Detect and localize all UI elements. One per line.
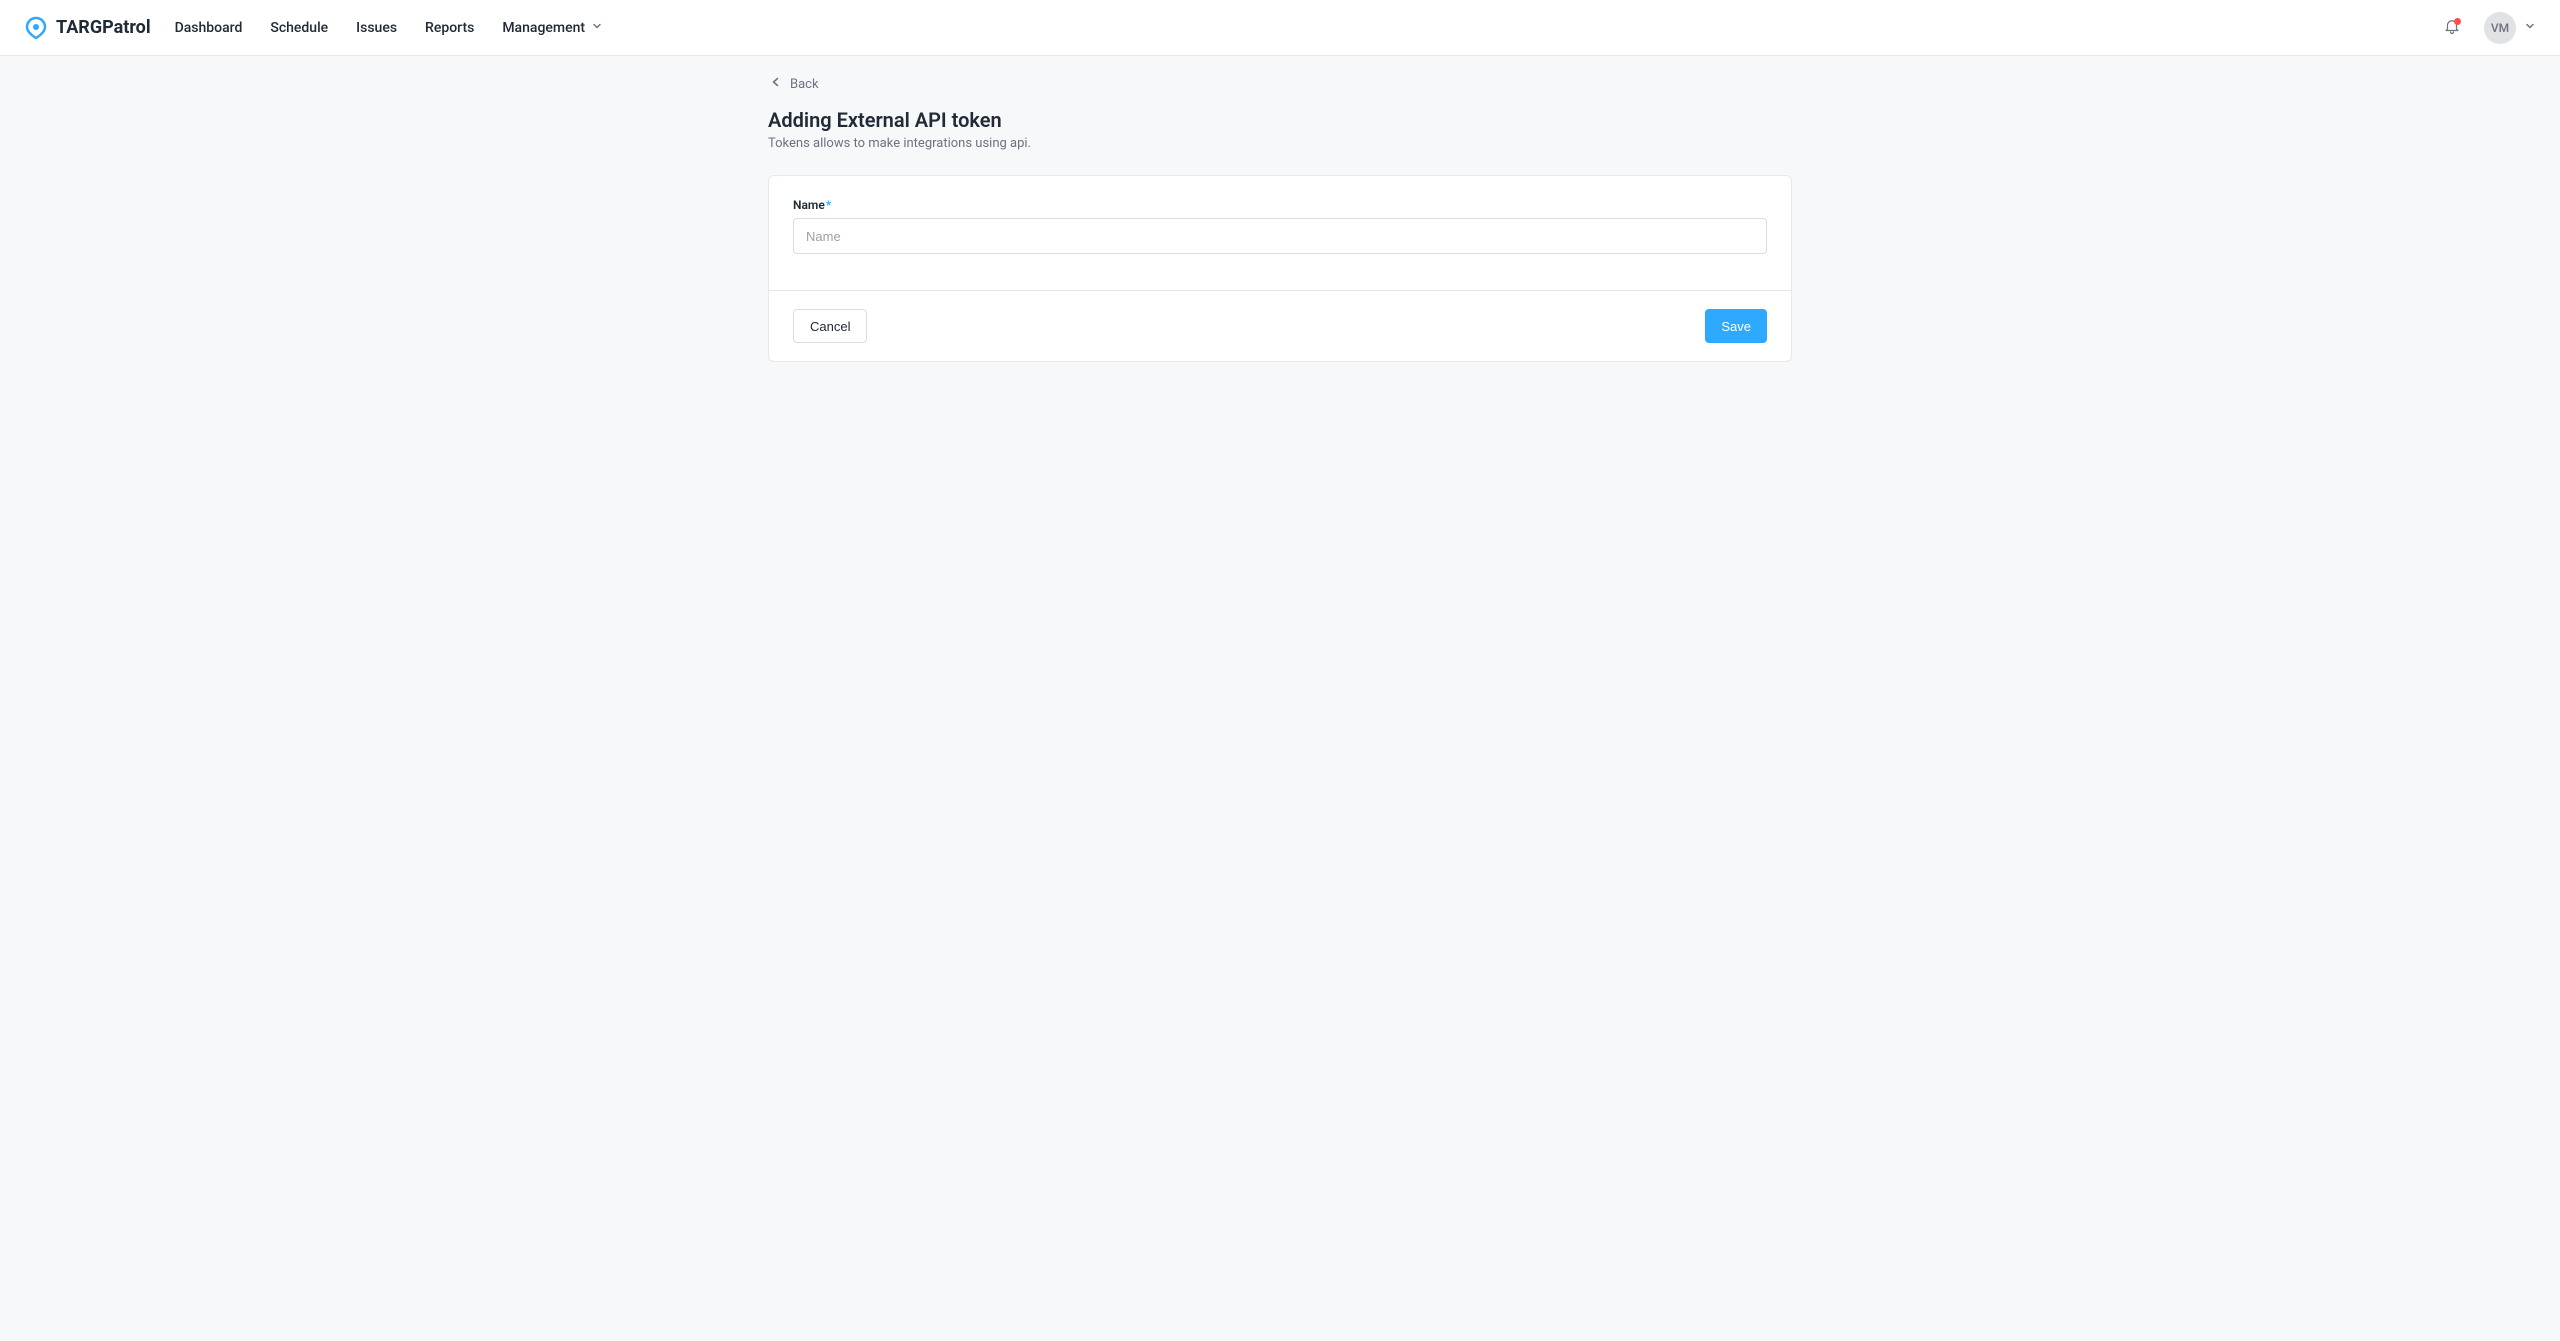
back-link[interactable]: Back — [770, 76, 819, 92]
card-body: Name* — [769, 176, 1791, 290]
chevron-down-icon — [591, 20, 603, 36]
logo-icon — [24, 16, 48, 40]
back-label: Back — [790, 77, 819, 92]
header-left: TARGPatrol Dashboard Schedule Issues Rep… — [24, 16, 603, 40]
page-subtitle: Tokens allows to make integrations using… — [768, 136, 1792, 151]
nav-management[interactable]: Management — [502, 20, 603, 36]
required-star-icon: * — [826, 198, 831, 212]
form-card: Name* Cancel Save — [768, 175, 1792, 362]
avatar: VM — [2484, 12, 2516, 44]
nav-dashboard[interactable]: Dashboard — [175, 20, 243, 36]
notifications-button[interactable] — [2436, 12, 2468, 44]
nav-schedule[interactable]: Schedule — [270, 20, 328, 36]
logo-text: TARGPatrol — [56, 17, 151, 38]
header-right: VM — [2436, 12, 2536, 44]
notification-dot-icon — [2454, 18, 2461, 25]
arrow-left-icon — [770, 76, 782, 92]
card-footer: Cancel Save — [769, 290, 1791, 361]
name-input[interactable] — [793, 218, 1767, 254]
user-menu[interactable]: VM — [2484, 12, 2536, 44]
nav-management-label: Management — [502, 20, 585, 36]
nav-reports[interactable]: Reports — [425, 20, 474, 36]
app-header: TARGPatrol Dashboard Schedule Issues Rep… — [0, 0, 2560, 56]
app-logo[interactable]: TARGPatrol — [24, 16, 151, 40]
cancel-button[interactable]: Cancel — [793, 309, 867, 343]
nav-issues[interactable]: Issues — [356, 20, 397, 36]
name-label-text: Name — [793, 198, 825, 212]
main-content: Back Adding External API token Tokens al… — [768, 56, 1792, 382]
chevron-down-icon — [2524, 20, 2536, 36]
name-label: Name* — [793, 198, 1767, 212]
page-title: Adding External API token — [768, 108, 1792, 132]
save-button[interactable]: Save — [1705, 309, 1767, 343]
main-nav: Dashboard Schedule Issues Reports Manage… — [175, 20, 603, 36]
